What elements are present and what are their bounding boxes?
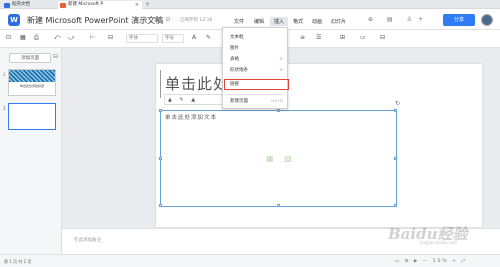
align-icon[interactable]: ≡ [300, 34, 305, 41]
tab-home-label: 稻壳文档 [12, 2, 30, 7]
slide-panel: 添加页面 ⊟ 1 单击此处添加标题 2 [0, 48, 62, 254]
insert-media-icon[interactable]: ▦ ▨ [266, 154, 296, 163]
resize-handle[interactable] [394, 109, 397, 112]
resize-handle[interactable] [394, 157, 397, 160]
notes-placeholder: 在此添加备注 [74, 238, 101, 243]
chevron-right-icon: > [279, 68, 283, 73]
title-bar: 稻壳文档 新建 Microsoft P × + [0, 0, 500, 9]
arrange-icon[interactable]: ⊞ [340, 34, 345, 41]
add-slide-button[interactable]: 添加页面 [9, 53, 51, 63]
slide-counter: 第 1 页 共 2 页 [4, 259, 32, 264]
menu-item-label: 图片 [230, 46, 239, 51]
thumb-number: 2 [3, 106, 6, 111]
format-painter-icon[interactable]: ⊢ [90, 34, 95, 41]
menu-slide[interactable]: 幻灯片 [331, 18, 346, 25]
save-status: 已保存到 12:16 [180, 18, 213, 23]
print-icon[interactable]: ⎙ [34, 34, 39, 42]
font-size-dropdown[interactable]: 字号 [162, 34, 184, 43]
highlight-icon[interactable]: ✎ [206, 34, 211, 41]
resize-handle[interactable] [159, 109, 162, 112]
content-placeholder[interactable]: 单击此处添加文本 ▦ ▨ [159, 109, 397, 207]
layout-icon[interactable]: ⊡ [6, 34, 11, 41]
resize-handle[interactable] [159, 204, 162, 207]
highlight-box [224, 79, 289, 90]
menu-item-label: 形状线条 [230, 68, 248, 73]
resize-handle[interactable] [159, 157, 162, 160]
content-placeholder-text: 单击此处添加文本 [165, 115, 218, 121]
menu-item-label: 文本框 [230, 35, 244, 40]
menu-insert[interactable]: 插入 [270, 17, 289, 26]
menu-format[interactable]: 格式 [293, 18, 303, 25]
floating-toolbar[interactable]: ▲ ✎ ▲ [164, 94, 224, 105]
tab-home[interactable]: 稻壳文档 [2, 1, 56, 9]
clear-format-icon[interactable]: ⊟ [108, 34, 113, 41]
slide-thumbnail-1[interactable]: 单击此处添加标题 [8, 69, 56, 96]
view-zoom-controls[interactable]: ▭ ⊟ ▶ — 50% + ⤢ [395, 258, 467, 264]
avatar[interactable] [481, 14, 493, 26]
status-bar: 第 1 页 共 2 页 ▭ ⊟ ▶ — 50% + ⤢ [0, 254, 500, 267]
tab-document[interactable]: 新建 Microsoft P × [58, 1, 142, 9]
thumb-number: 1 [3, 72, 6, 77]
table-icon[interactable]: ▦ [20, 34, 26, 41]
menu-item-shortcut: Ctrl+M [270, 99, 283, 103]
chevron-right-icon: > [279, 57, 283, 62]
redo-icon[interactable]: ⤻ [68, 34, 74, 42]
presentation-icon [60, 2, 66, 8]
rotate-handle-icon[interactable]: ↻ [395, 100, 400, 107]
title-placeholder-text: 单击此处 [165, 75, 230, 93]
baidu-watermark-url: jingyan.baidu.com [420, 240, 457, 245]
share-button[interactable]: 分享 [443, 14, 475, 26]
menu-divider [227, 94, 283, 95]
insert-menu-dropdown: 文本框 图片 表格 > 形状线条 > 链接 新建页面 Ctrl+M [222, 27, 289, 109]
menu-item-textbox[interactable]: 文本框 [223, 32, 287, 43]
more-icon[interactable]: ⊟ [380, 34, 385, 41]
menu-edit[interactable]: 编辑 [254, 18, 264, 25]
undo-icon[interactable]: ⤺ [54, 34, 60, 42]
menu-file[interactable]: 文件 [234, 18, 244, 25]
new-tab-button[interactable]: + [145, 0, 150, 9]
font-color-icon[interactable]: A [192, 34, 196, 41]
menu-animation[interactable]: 动画 [312, 18, 322, 25]
thumbnail-pattern [9, 70, 55, 82]
right-tools-icon[interactable]: ⊕ ▤ ♙+ [368, 16, 429, 23]
font-dropdown[interactable]: 字体 [126, 34, 158, 43]
docer-icon [4, 2, 10, 8]
collapse-panel-icon[interactable]: ⊟ [53, 53, 58, 60]
list-icon[interactable]: ☰ [316, 34, 321, 41]
tab-document-label: 新建 Microsoft P [68, 2, 104, 7]
menu-item-label: 新建页面 [230, 99, 248, 104]
shape-icon[interactable]: ▭ [360, 34, 366, 41]
menu-item-picture[interactable]: 图片 [223, 43, 287, 54]
app-logo: W [8, 14, 20, 26]
menu-item-table[interactable]: 表格 > [223, 54, 287, 65]
close-tab-icon[interactable]: × [135, 1, 139, 9]
slide-thumbnail-2[interactable] [8, 103, 56, 130]
menu-item-new-slide[interactable]: 新建页面 Ctrl+M [223, 96, 287, 107]
menu-item-shapes[interactable]: 形状线条 > [223, 65, 287, 76]
thumbnail-caption: 单击此处添加标题 [19, 84, 44, 88]
title-actions-icon[interactable]: ☆ ⊡ ⊙ [143, 16, 172, 23]
resize-handle[interactable] [277, 109, 280, 112]
resize-handle[interactable] [394, 204, 397, 207]
resize-handle[interactable] [277, 204, 280, 207]
menu-item-label: 表格 [230, 57, 239, 62]
